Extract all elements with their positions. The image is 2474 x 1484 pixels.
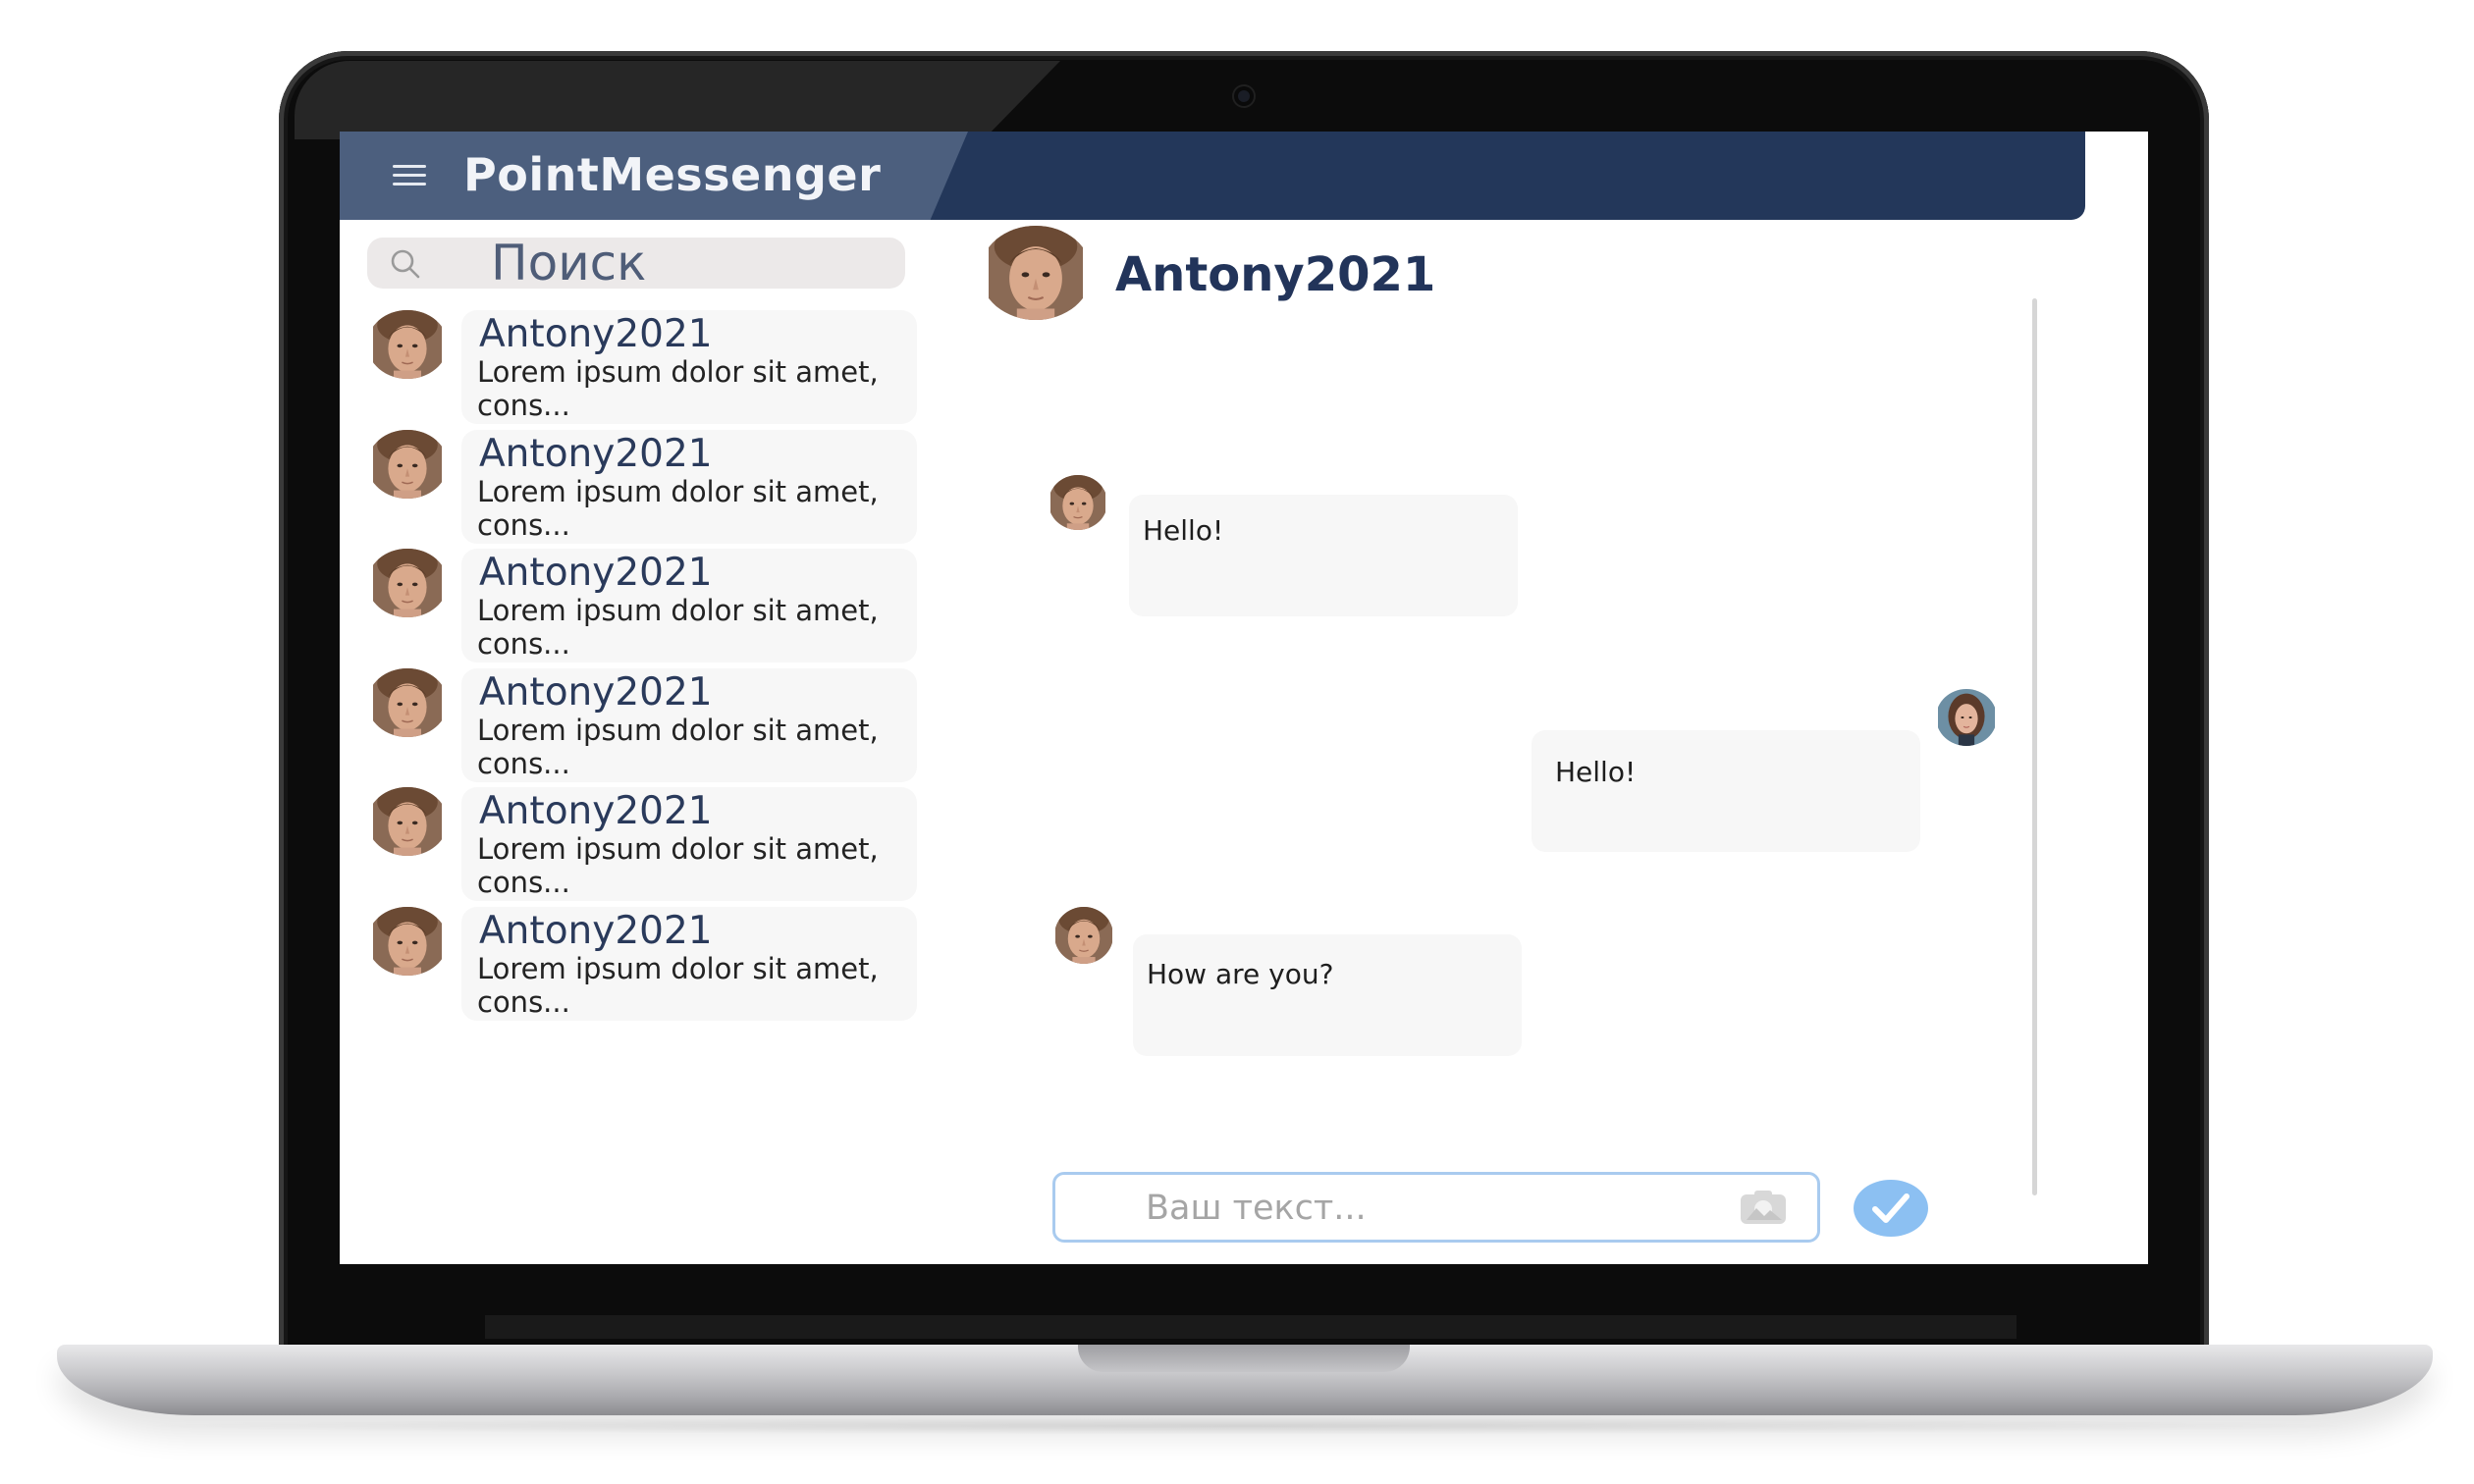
check-icon — [1872, 1193, 1909, 1223]
chat-preview: Lorem ipsum dolor sit amet, cons... — [477, 832, 879, 900]
chat-preview: Lorem ipsum dolor sit amet, cons... — [477, 713, 879, 780]
message-avatar — [1054, 907, 1113, 964]
webcam — [1234, 86, 1254, 106]
chat-name: Antony2021 — [479, 908, 713, 953]
app-window: PointMessenger Поиск Antony2021 Lorem ip… — [340, 132, 2148, 1264]
search-input[interactable]: Поиск — [491, 238, 646, 289]
chat-name: Antony2021 — [479, 669, 713, 715]
chat-name: Antony2021 — [479, 431, 713, 476]
lid-notch — [1078, 1345, 1410, 1372]
avatar — [367, 787, 448, 856]
chat-list-item[interactable]: Antony2021 Lorem ipsum dolor sit amet, c… — [363, 549, 919, 668]
message-composer[interactable] — [1052, 1172, 1820, 1243]
chat-list-item[interactable]: Antony2021 Lorem ipsum dolor sit amet, c… — [363, 787, 919, 907]
app-header: PointMessenger — [340, 132, 2085, 220]
message-text: Hello! — [1143, 514, 1224, 547]
message-text: Hello! — [1555, 756, 1637, 788]
chat-preview: Lorem ipsum dolor sit amet, cons... — [477, 594, 879, 662]
send-button[interactable] — [1854, 1180, 1928, 1237]
message-input[interactable] — [1144, 1175, 1697, 1242]
contact-avatar[interactable] — [980, 226, 1092, 320]
app-title: PointMessenger — [463, 148, 882, 201]
avatar — [367, 310, 448, 379]
message-text: How are you? — [1147, 958, 1334, 990]
chat-preview: Lorem ipsum dolor sit amet, cons... — [477, 474, 879, 542]
chat-list-item[interactable]: Antony2021 Lorem ipsum dolor sit amet, c… — [363, 906, 919, 1027]
conversation-scrollbar[interactable] — [2032, 298, 2037, 1195]
message-bubble-incoming: Hello! — [1129, 495, 1518, 616]
chat-list: Antony2021 Lorem ipsum dolor sit amet, c… — [363, 310, 919, 1027]
image-attach-icon[interactable] — [1739, 1189, 1788, 1226]
laptop-shadow — [118, 1417, 2376, 1435]
contact-name: Antony2021 — [1115, 247, 1436, 302]
search-icon — [391, 249, 420, 279]
bezel-reflection — [295, 61, 1060, 139]
chat-name: Antony2021 — [479, 789, 713, 834]
chat-preview: Lorem ipsum dolor sit amet, cons... — [477, 951, 879, 1019]
chat-card[interactable]: Antony2021 Lorem ipsum dolor sit amet, c… — [461, 429, 917, 544]
chat-list-item[interactable]: Antony2021 Lorem ipsum dolor sit amet, c… — [363, 310, 919, 430]
avatar — [367, 549, 448, 617]
chat-card[interactable]: Antony2021 Lorem ipsum dolor sit amet, c… — [461, 310, 917, 424]
bezel-bottom — [485, 1315, 2017, 1339]
chat-list-item[interactable]: Antony2021 Lorem ipsum dolor sit amet, c… — [363, 429, 919, 550]
chat-list-item[interactable]: Antony2021 Lorem ipsum dolor sit amet, c… — [363, 667, 919, 788]
chat-card[interactable]: Antony2021 Lorem ipsum dolor sit amet, c… — [461, 667, 917, 782]
chat-preview: Lorem ipsum dolor sit amet, cons... — [477, 355, 879, 422]
avatar — [367, 430, 448, 499]
chat-card[interactable]: Antony2021 Lorem ipsum dolor sit amet, c… — [461, 787, 917, 902]
chat-name: Antony2021 — [479, 312, 713, 356]
message-avatar — [1049, 475, 1107, 530]
message-bubble-incoming: How are you? — [1133, 934, 1522, 1056]
avatar — [367, 907, 448, 976]
stage: PointMessenger Поиск Antony2021 Lorem ip… — [0, 0, 2474, 1484]
search-bar[interactable]: Поиск — [367, 238, 905, 289]
message-avatar — [1936, 689, 1997, 746]
avatar — [367, 668, 448, 737]
chat-card[interactable]: Antony2021 Lorem ipsum dolor sit amet, c… — [461, 906, 917, 1021]
chat-name: Antony2021 — [479, 551, 713, 596]
message-bubble-outgoing: Hello! — [1532, 730, 1920, 852]
chat-card[interactable]: Antony2021 Lorem ipsum dolor sit amet, c… — [461, 549, 917, 663]
menu-icon[interactable] — [393, 165, 426, 186]
